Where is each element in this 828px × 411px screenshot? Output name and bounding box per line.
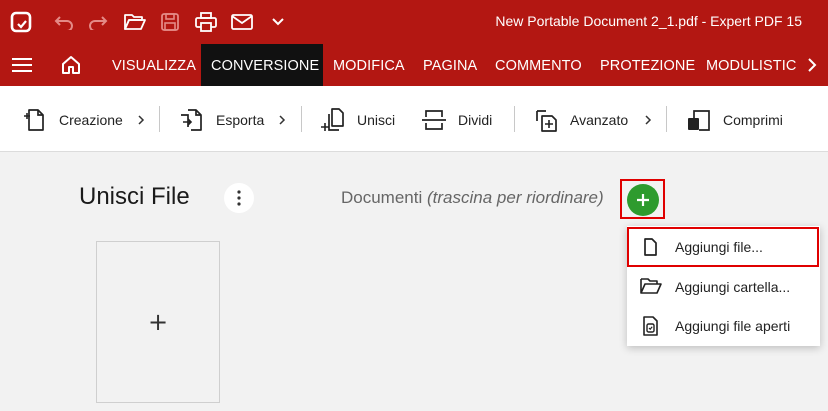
documents-label: Documenti (trascina per riordinare) (341, 188, 604, 208)
mail-icon[interactable] (230, 10, 254, 34)
divider (514, 106, 515, 132)
split-icon[interactable] (421, 107, 447, 133)
reorder-hint: (trascina per riordinare) (427, 188, 604, 207)
undo-icon[interactable] (51, 10, 75, 34)
divider (666, 106, 667, 132)
ribbon-tab-bar: VISUALIZZA CONVERSIONE MODIFICA PAGINA C… (0, 44, 828, 86)
export-icon[interactable] (179, 107, 205, 133)
documents-title: Documenti (341, 188, 423, 207)
page-title: Unisci File (79, 183, 190, 210)
tab-pagina[interactable]: PAGINA (423, 44, 477, 86)
conversion-toolbar: Creazione Esporta Unisci Dividi Avanzato… (0, 86, 828, 152)
kebab-menu-icon (237, 190, 241, 206)
chevron-right-icon[interactable] (804, 56, 820, 74)
more-options-button[interactable] (224, 183, 254, 213)
chevron-right-icon[interactable] (277, 113, 287, 125)
folder-open-icon (640, 277, 662, 297)
add-document-button[interactable] (627, 184, 659, 216)
esporta-button[interactable]: Esporta (216, 112, 264, 128)
menu-item-highlight (627, 227, 819, 267)
divider (159, 106, 160, 132)
chevron-right-icon[interactable] (136, 113, 146, 125)
merge-icon[interactable] (321, 107, 347, 133)
dividi-button[interactable]: Dividi (458, 112, 492, 128)
redo-icon[interactable] (87, 10, 111, 34)
comprimi-button[interactable]: Comprimi (723, 112, 783, 128)
tab-modifica[interactable]: MODIFICA (333, 44, 405, 86)
tab-visualizza[interactable]: VISUALIZZA (112, 44, 196, 86)
menu-item-label: Aggiungi file aperti (675, 318, 791, 334)
window-title: New Portable Document 2_1.pdf - Expert P… (495, 13, 802, 29)
menu-item-add-open-files[interactable]: Aggiungi file aperti (627, 307, 820, 345)
home-icon[interactable] (60, 54, 82, 76)
save-icon[interactable] (158, 10, 182, 34)
title-bar: New Portable Document 2_1.pdf - Expert P… (0, 0, 828, 44)
tab-modulistica[interactable]: MODULISTIC (706, 44, 798, 86)
unisci-button[interactable]: Unisci (357, 112, 395, 128)
tab-conversione[interactable]: CONVERSIONE (201, 44, 323, 86)
menu-item-label: Aggiungi cartella... (675, 279, 791, 295)
open-files-icon (640, 316, 660, 336)
divider (301, 106, 302, 132)
file-drop-slot[interactable]: + (96, 241, 220, 403)
advanced-icon[interactable] (534, 107, 560, 133)
menu-item-add-folder[interactable]: Aggiungi cartella... (627, 268, 820, 306)
plus-icon: + (147, 308, 169, 336)
tab-commento[interactable]: COMMENTO (495, 44, 582, 86)
avanzato-button[interactable]: Avanzato (570, 112, 628, 128)
print-icon[interactable] (194, 10, 218, 34)
chevron-right-icon[interactable] (643, 113, 653, 125)
compress-icon[interactable] (686, 107, 712, 133)
app-logo-icon[interactable] (9, 10, 33, 34)
plus-icon (637, 194, 649, 206)
create-document-icon[interactable] (22, 107, 48, 133)
hamburger-menu-icon[interactable] (11, 55, 33, 75)
chevron-down-icon[interactable] (266, 10, 290, 34)
tab-protezione[interactable]: PROTEZIONE (600, 44, 695, 86)
creazione-button[interactable]: Creazione (59, 112, 123, 128)
open-folder-icon[interactable] (123, 10, 147, 34)
